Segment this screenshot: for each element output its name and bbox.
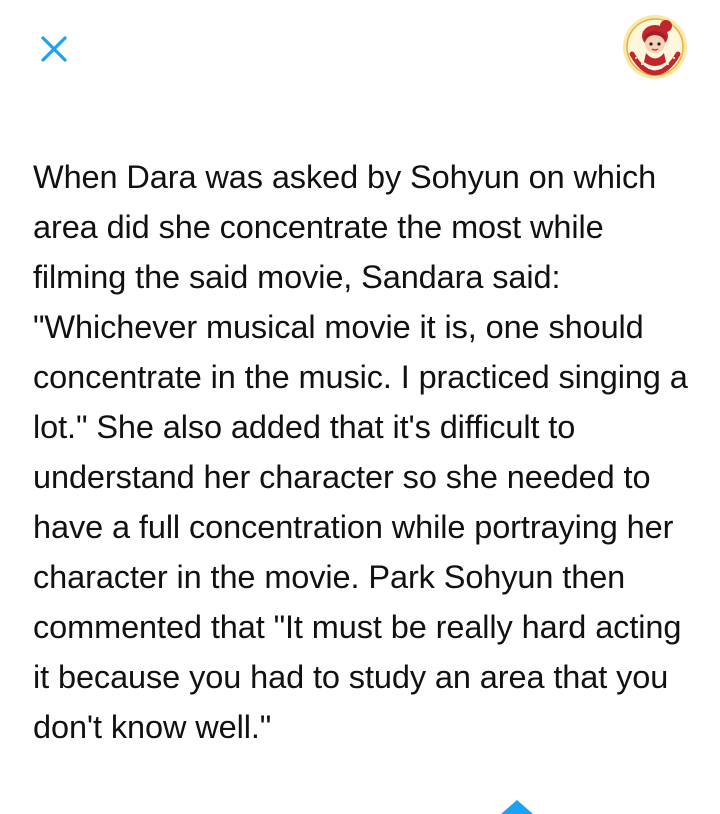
close-button[interactable] bbox=[34, 28, 74, 68]
avatar-logo-icon bbox=[623, 15, 687, 79]
close-icon bbox=[41, 36, 67, 62]
chevron-up-icon bbox=[501, 800, 533, 814]
photo-viewer: When Dara was asked by Sohyun on which a… bbox=[0, 0, 720, 814]
expand-caption-button[interactable] bbox=[500, 798, 534, 814]
avatar[interactable] bbox=[622, 14, 688, 80]
article-text: When Dara was asked by Sohyun on which a… bbox=[33, 159, 688, 745]
